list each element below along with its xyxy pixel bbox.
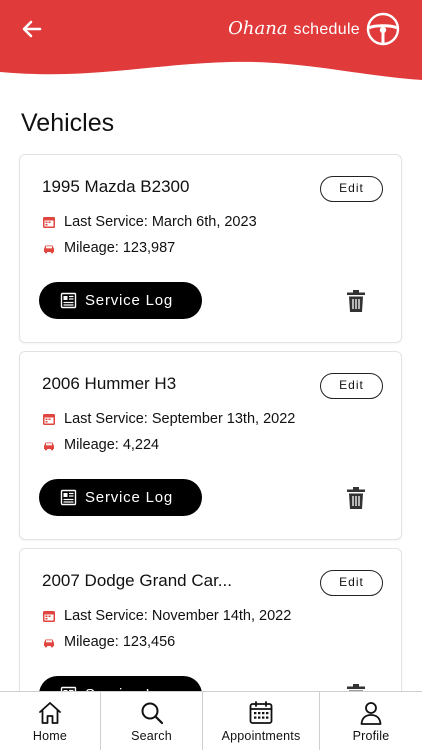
log-book-icon	[60, 292, 77, 309]
tab-search[interactable]: Search	[101, 692, 203, 750]
last-service-text: Last Service: November 14th, 2022	[64, 608, 292, 624]
trash-icon	[347, 487, 365, 509]
vehicle-list: 1995 Mazda B2300 Edit Last Service: Marc…	[19, 154, 403, 745]
mileage-row: Mileage: 123,987	[42, 240, 175, 256]
tab-home[interactable]: Home	[0, 692, 101, 750]
car-icon	[44, 245, 54, 254]
brand-word-text: schedule	[293, 21, 360, 38]
log-book-icon	[60, 489, 77, 506]
bottom-tab-bar: Home Search Appointments Profile	[0, 691, 422, 750]
delete-button[interactable]	[345, 486, 367, 510]
brand-script-text: Ohana	[228, 18, 288, 39]
app-header: Ohana schedule	[0, 0, 422, 90]
calendar-icon	[43, 414, 55, 425]
last-service-row: Last Service: March 6th, 2023	[42, 214, 257, 230]
search-icon	[141, 702, 163, 725]
service-log-label: Service Log	[85, 489, 174, 506]
vehicle-name: 2007 Dodge Grand Car...	[42, 571, 232, 590]
last-service-row: Last Service: November 14th, 2022	[42, 608, 291, 624]
last-service-text: Last Service: March 6th, 2023	[64, 214, 257, 230]
vehicle-name: 2006 Hummer H3	[42, 374, 177, 393]
trash-icon	[347, 290, 365, 312]
mileage-text: Mileage: 4,224	[64, 437, 160, 453]
calendar-icon	[43, 217, 55, 228]
edit-button[interactable]: Edit	[320, 373, 383, 399]
mileage-text: Mileage: 123,987	[64, 240, 176, 256]
arrow-left-icon	[22, 20, 42, 38]
back-button[interactable]	[18, 14, 48, 44]
brand-wordmark: Ohana schedule	[228, 18, 360, 39]
home-icon	[39, 702, 61, 724]
vehicle-name: 1995 Mazda B2300	[42, 177, 190, 196]
tab-home-label: Home	[32, 729, 68, 743]
steering-wheel-icon	[366, 12, 400, 46]
mileage-row: Mileage: 123,456	[42, 634, 175, 650]
calendar-icon	[43, 611, 55, 622]
mileage-row: Mileage: 4,224	[42, 437, 159, 453]
last-service-row: Last Service: September 13th, 2022	[42, 411, 295, 427]
service-log-button[interactable]: Service Log	[39, 282, 202, 319]
user-icon	[360, 702, 382, 725]
tab-profile[interactable]: Profile	[320, 692, 422, 750]
car-icon	[44, 639, 54, 648]
vehicle-card: 1995 Mazda B2300 Edit Last Service: Marc…	[19, 154, 402, 343]
vehicle-card: 2006 Hummer H3 Edit Last Service: Septem…	[19, 351, 402, 540]
edit-button[interactable]: Edit	[320, 176, 383, 202]
service-log-button[interactable]: Service Log	[39, 479, 202, 516]
service-log-label: Service Log	[85, 292, 174, 309]
calendar-icon	[249, 701, 273, 724]
page-title: Vehicles	[21, 109, 115, 137]
edit-button[interactable]: Edit	[320, 570, 383, 596]
tab-profile-label: Profile	[352, 729, 390, 743]
header-wave-background	[0, 0, 422, 80]
tab-appointments[interactable]: Appointments	[203, 692, 320, 750]
delete-button[interactable]	[345, 289, 367, 313]
last-service-text: Last Service: September 13th, 2022	[64, 411, 296, 427]
mileage-text: Mileage: 123,456	[64, 634, 176, 650]
car-icon	[44, 442, 54, 451]
tab-appointments-label: Appointments	[221, 729, 301, 743]
tab-search-label: Search	[131, 729, 172, 743]
